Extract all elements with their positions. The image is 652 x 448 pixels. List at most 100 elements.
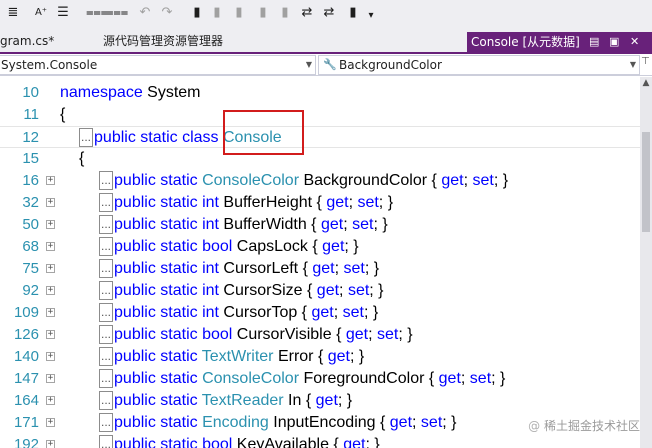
- code-line[interactable]: 164 +... public static TextReader In { get…: [0, 390, 640, 412]
- collapsed-region-marker[interactable]: ...: [99, 281, 114, 301]
- collapsed-region-marker[interactable]: ...: [99, 435, 114, 448]
- format-icon[interactable]: ☰: [54, 4, 72, 22]
- tab-console-metadata[interactable]: Console [从元数据] ▤ ▣ ✕: [467, 32, 652, 52]
- bookmark-clear-icon[interactable]: ▮: [254, 4, 272, 22]
- keyword-token: static: [160, 326, 198, 343]
- expand-icon[interactable]: +: [46, 176, 55, 185]
- line-number: 92: [22, 282, 39, 299]
- font-icon[interactable]: A⁺: [32, 4, 50, 22]
- code-line[interactable]: 75 +... public static int CursorLeft { get…: [0, 258, 640, 280]
- code-editor[interactable]: 10 namespace System 11{12... public static …: [0, 77, 640, 448]
- collapsed-region-marker[interactable]: ...: [99, 347, 114, 367]
- uncomment-icon[interactable]: ⩶: [106, 4, 128, 22]
- keyword-token: public: [114, 238, 156, 255]
- line-number: 126: [13, 326, 39, 343]
- text-token: CursorTop {: [218, 304, 312, 321]
- collapsed-region-marker[interactable]: ...: [99, 303, 114, 323]
- tab-source-control-explorer[interactable]: 源代码管理资源管理器: [103, 31, 223, 51]
- collapsed-region-marker[interactable]: ...: [99, 193, 114, 213]
- keyword-token: namespace: [60, 84, 143, 101]
- keyword-token: int: [202, 216, 219, 233]
- code-line[interactable]: 15 {: [0, 148, 640, 170]
- text-token: ;: [460, 370, 470, 387]
- keyword-token: static: [160, 216, 198, 233]
- expand-icon[interactable]: +: [46, 352, 55, 361]
- text-token: ; }: [344, 238, 359, 255]
- code-line[interactable]: 50 +... public static int BufferWidth { ge…: [0, 214, 640, 236]
- code-line[interactable]: 126 +... public static bool CursorVisible …: [0, 324, 640, 346]
- keyword-token: int: [202, 282, 219, 299]
- code-line[interactable]: 140 + ... public static TextWriter Error { …: [0, 346, 640, 368]
- line-number: 164: [13, 392, 39, 409]
- tab-menu-icon[interactable]: ▣: [609, 32, 619, 52]
- code-line[interactable]: 109 +... public static int CursorTop { get…: [0, 302, 640, 324]
- expand-icon[interactable]: +: [46, 396, 55, 405]
- collapsed-region-marker[interactable]: ...: [99, 391, 114, 411]
- member-dropdown[interactable]: 🔧 BackgroundColor ▼: [318, 55, 640, 75]
- bookmark-icon[interactable]: ▮: [188, 4, 206, 22]
- expand-icon[interactable]: +: [46, 440, 55, 448]
- bookmark-folder-next-icon[interactable]: ⇄: [320, 4, 338, 22]
- expand-icon[interactable]: +: [46, 308, 55, 317]
- text-token: CursorSize {: [218, 282, 317, 299]
- text-token: In {: [283, 392, 316, 409]
- collapsed-region-marker[interactable]: ...: [99, 413, 114, 433]
- expand-icon[interactable]: +: [46, 264, 55, 273]
- redo-icon[interactable]: ↷: [158, 4, 176, 22]
- bookmark-next-icon[interactable]: ▮: [230, 4, 248, 22]
- code-line[interactable]: 12... public static class Console: [0, 126, 640, 148]
- line-number: 50: [22, 216, 39, 233]
- comment-icon[interactable]: ⩶: [86, 4, 108, 22]
- code-line[interactable]: 192 +... public static bool KeyAvailable {…: [0, 434, 640, 448]
- collapsed-region-marker[interactable]: ...: [99, 369, 114, 389]
- vertical-scrollbar[interactable]: ▲: [640, 77, 652, 448]
- wrench-icon: 🔧: [323, 58, 337, 71]
- collapsed-region-marker[interactable]: ...: [99, 171, 114, 191]
- expand-icon[interactable]: +: [46, 198, 55, 207]
- code-line[interactable]: 92 +... public static int CursorSize { get…: [0, 280, 640, 302]
- code-line[interactable]: 10 namespace System: [0, 82, 640, 104]
- split-icon[interactable]: ⊤: [641, 56, 650, 67]
- expand-icon[interactable]: +: [46, 242, 55, 251]
- keyword-token: public: [94, 129, 136, 146]
- code-line[interactable]: 11 {: [0, 104, 640, 126]
- code-text: ... public static int CursorTop { get; se…: [99, 302, 378, 324]
- scrollbar-thumb[interactable]: [642, 132, 650, 232]
- close-icon[interactable]: ✕: [630, 32, 639, 52]
- keyword-token: get: [312, 260, 335, 277]
- code-line[interactable]: 147 +... public static ConsoleColor Foregr…: [0, 368, 640, 390]
- collapsed-region-marker[interactable]: ...: [99, 237, 114, 257]
- text-token: Error {: [273, 348, 328, 365]
- bookmark-prev-icon[interactable]: ▮: [208, 4, 226, 22]
- expand-icon[interactable]: +: [46, 330, 55, 339]
- expand-icon[interactable]: +: [46, 220, 55, 229]
- code-line[interactable]: 32 +... public static int BufferHeight { g…: [0, 192, 640, 214]
- keyword-token: int: [202, 194, 219, 211]
- line-number: 15: [22, 150, 39, 167]
- keyword-token: bool: [202, 436, 233, 448]
- bookmark-folder-prev-icon[interactable]: ⇄: [298, 4, 316, 22]
- keyword-token: set: [357, 194, 379, 211]
- code-text: ... public static bool CapsLock { get; }: [99, 236, 359, 258]
- pin-icon[interactable]: ▤: [589, 32, 599, 52]
- undo-icon[interactable]: ↶: [136, 4, 154, 22]
- more-icon[interactable]: ▾: [362, 7, 380, 25]
- type-token: ConsoleColor: [202, 370, 300, 387]
- type-dropdown[interactable]: System.Console ▼: [0, 55, 316, 75]
- expand-icon[interactable]: +: [46, 418, 55, 427]
- bookmark-folder-icon[interactable]: ▮: [276, 4, 294, 22]
- scroll-up-icon[interactable]: ▲: [640, 77, 652, 89]
- bookmark-clear-all-icon[interactable]: ▮: [344, 4, 362, 22]
- tab-program-cs[interactable]: gram.cs*: [0, 31, 54, 51]
- code-line[interactable]: 16 +... public static ConsoleColor Backgro…: [0, 170, 640, 192]
- collapsed-region-marker[interactable]: ...: [99, 215, 114, 235]
- watermark-text: 稀土掘金技术社区: [543, 419, 640, 433]
- text-token: ;: [368, 326, 377, 343]
- expand-icon[interactable]: +: [46, 286, 55, 295]
- collapsed-region-marker[interactable]: ...: [99, 325, 114, 345]
- code-line[interactable]: 68 +... public static bool CapsLock { get;…: [0, 236, 640, 258]
- align-left-icon[interactable]: ≣: [4, 4, 22, 22]
- collapsed-region-marker[interactable]: ...: [99, 259, 114, 279]
- expand-icon[interactable]: +: [46, 374, 55, 383]
- collapsed-region-marker[interactable]: ...: [79, 128, 94, 148]
